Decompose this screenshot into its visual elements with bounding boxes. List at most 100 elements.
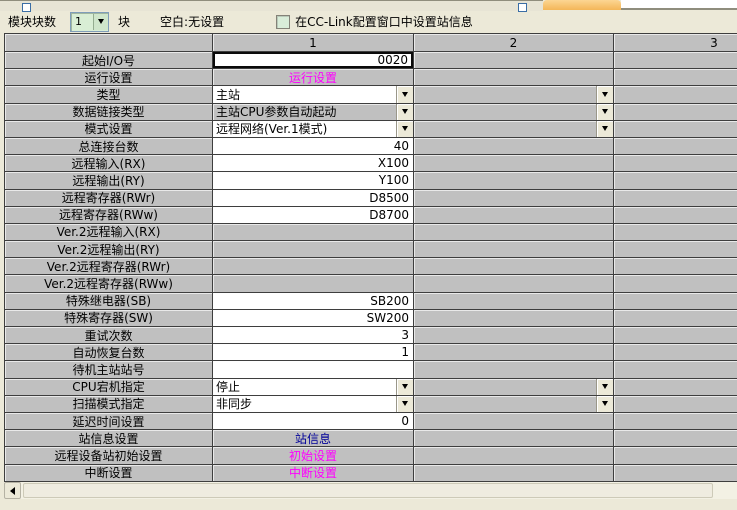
cell-col3-empty [614, 275, 737, 292]
dropdown-arrow-icon[interactable] [396, 86, 413, 102]
cell-empty [213, 258, 414, 275]
dropdown-arrow-icon[interactable] [396, 104, 413, 120]
cell-col2-empty [414, 138, 614, 155]
cell-value[interactable]: SB200 [213, 293, 414, 310]
arrow-left-icon [10, 487, 15, 495]
cell-dropdown[interactable]: 主站CPU参数自动起动 [213, 104, 414, 121]
cell-col2-empty [414, 293, 614, 310]
cell-action-link[interactable]: 初始设置 [213, 447, 414, 464]
cell-dropdown[interactable]: 远程网络(Ver.1模式) [213, 121, 414, 138]
column-header: 2 [414, 34, 614, 52]
parameter-table: 123起始I/O号0020运行设置运行设置类型主站数据链接类型主站CPU参数自动… [4, 33, 737, 482]
dropdown-selected-value: 停止 [213, 379, 396, 396]
dropdown-arrow-icon[interactable] [596, 379, 613, 395]
cell-action-link[interactable]: 站信息 [213, 430, 414, 447]
cell-dropdown[interactable] [414, 86, 614, 103]
cell-col3-empty [614, 258, 737, 275]
cell-col2-empty [414, 430, 614, 447]
cell-dropdown[interactable]: 停止 [213, 379, 414, 396]
cell-dropdown[interactable] [414, 379, 614, 396]
dropdown-arrow-icon[interactable] [396, 379, 413, 395]
cell-dropdown[interactable] [414, 396, 614, 413]
cell-col2-empty [414, 190, 614, 207]
cell-col3-empty [614, 413, 737, 430]
row-label: 运行设置 [5, 69, 213, 86]
cell-col2-empty [414, 258, 614, 275]
dropdown-arrow-icon[interactable] [396, 396, 413, 412]
panel-edge [621, 0, 737, 10]
cell-col3-empty [614, 224, 737, 241]
active-tab-edge [543, 0, 621, 10]
cell-col2-empty [414, 241, 614, 258]
row-label: 重试次数 [5, 327, 213, 344]
row-label: 总连接台数 [5, 138, 213, 155]
module-count-dropdown[interactable]: 1 [70, 12, 109, 32]
cell-col3-empty [614, 172, 737, 189]
cell-value[interactable]: Y100 [213, 172, 414, 189]
cell-action-link[interactable]: 中断设置 [213, 465, 414, 482]
cell-col3-empty [614, 344, 737, 361]
row-label: 远程输出(RY) [5, 172, 213, 189]
cell-edit[interactable]: 0020 [213, 52, 414, 69]
cell-empty [213, 224, 414, 241]
cell-dropdown[interactable]: 主站 [213, 86, 414, 103]
cell-col2-empty [414, 361, 614, 378]
row-label: 自动恢复台数 [5, 344, 213, 361]
cell-dropdown[interactable] [414, 121, 614, 138]
dropdown-arrow-icon[interactable] [596, 396, 613, 412]
horizontal-scrollbar[interactable] [4, 482, 737, 499]
dropdown-selected-value: 远程网络(Ver.1模式) [213, 121, 396, 138]
chevron-down-icon[interactable] [93, 14, 108, 30]
column-header: 3 [614, 34, 737, 52]
table-corner-header [5, 34, 213, 52]
cell-dropdown[interactable]: 非同步 [213, 396, 414, 413]
row-label: 特殊寄存器(SW) [5, 310, 213, 327]
scrollbar-thumb[interactable] [23, 483, 713, 498]
row-label: 远程输入(RX) [5, 155, 213, 172]
cell-empty [213, 275, 414, 292]
row-label: 中断设置 [5, 465, 213, 482]
cell-col3-empty [614, 241, 737, 258]
cell-value[interactable] [213, 361, 414, 378]
cell-col3-empty [614, 104, 737, 121]
cell-col2-empty [414, 344, 614, 361]
module-count-value: 1 [71, 15, 93, 28]
row-label: 数据链接类型 [5, 104, 213, 121]
column-header: 1 [213, 34, 414, 52]
cell-value[interactable]: 3 [213, 327, 414, 344]
cell-col3-empty [614, 327, 737, 344]
cell-value[interactable]: SW200 [213, 310, 414, 327]
dropdown-arrow-icon[interactable] [596, 86, 613, 102]
cell-col3-empty [614, 430, 737, 447]
row-label: 扫描模式指定 [5, 396, 213, 413]
dropdown-arrow-icon[interactable] [596, 121, 613, 137]
cell-value[interactable]: 1 [213, 344, 414, 361]
cell-value[interactable]: 40 [213, 138, 414, 155]
cell-value[interactable]: X100 [213, 155, 414, 172]
window-top-edge [0, 0, 737, 10]
cell-value[interactable]: D8700 [213, 207, 414, 224]
cell-col3-empty [614, 121, 737, 138]
dropdown-arrow-icon[interactable] [396, 121, 413, 137]
scroll-left-button[interactable] [4, 482, 21, 499]
cell-col3-empty [614, 155, 737, 172]
cell-col2-empty [414, 224, 614, 241]
cell-col3-empty [614, 379, 737, 396]
row-label: Ver.2远程输入(RX) [5, 224, 213, 241]
cell-dropdown[interactable] [414, 104, 614, 121]
cell-col2-empty [414, 413, 614, 430]
cell-col3-empty [614, 361, 737, 378]
row-label: CPU宕机指定 [5, 379, 213, 396]
cell-action-link[interactable]: 运行设置 [213, 69, 414, 86]
row-label: 站信息设置 [5, 430, 213, 447]
row-label: 特殊继电器(SB) [5, 293, 213, 310]
cell-value[interactable]: D8500 [213, 190, 414, 207]
dropdown-selected-value: 主站CPU参数自动起动 [213, 104, 396, 121]
window-bottom-margin [0, 499, 737, 510]
cell-col2-empty [414, 310, 614, 327]
dropdown-arrow-icon[interactable] [596, 104, 613, 120]
station-info-checkbox[interactable] [276, 15, 290, 29]
cell-col2-empty [414, 69, 614, 86]
cell-value[interactable]: 0 [213, 413, 414, 430]
cell-col2-empty [414, 275, 614, 292]
